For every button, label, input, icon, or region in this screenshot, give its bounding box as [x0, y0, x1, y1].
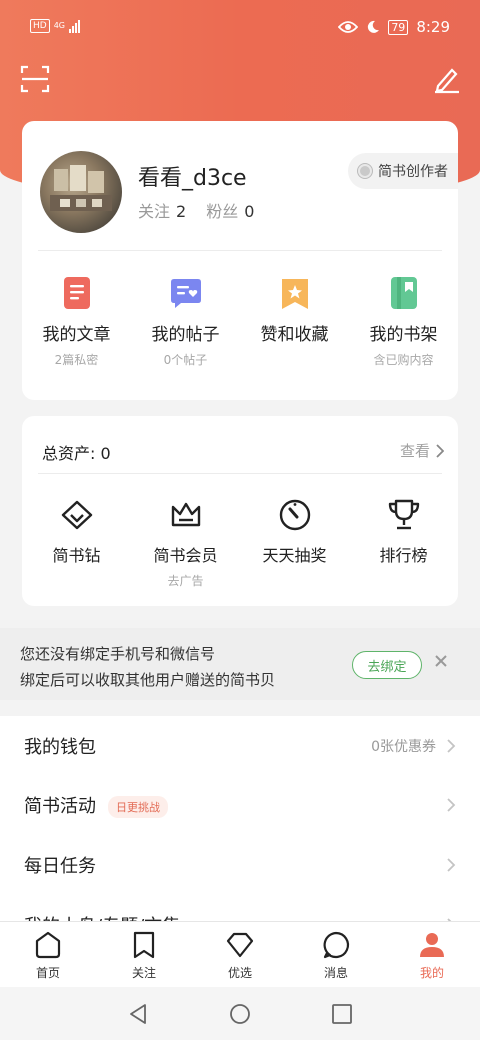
tab-label: 优选: [227, 966, 252, 980]
crown-icon: [171, 502, 200, 527]
fans-label[interactable]: 粉丝: [206, 202, 238, 221]
clock: 8:29: [416, 18, 450, 36]
diamond-icon: [61, 500, 92, 530]
battery-icon: 79: [388, 19, 409, 35]
following-count[interactable]: 2: [176, 202, 186, 221]
asset-item-lottery[interactable]: 天天抽奖: [240, 498, 349, 589]
recents-icon[interactable]: [331, 1003, 353, 1025]
asset-item-sub: 去广告: [167, 574, 204, 588]
tab-mine[interactable]: 我的: [384, 922, 480, 987]
asset-item-label: 简书会员: [153, 546, 218, 565]
user-icon: [420, 933, 444, 957]
edit-icon[interactable]: [432, 64, 462, 94]
asset-item-ranking[interactable]: 排行榜: [349, 498, 458, 589]
menu-item-wallet[interactable]: 我的钱包 0张优惠券: [0, 716, 480, 776]
asset-card: 总资产: 0 查看 简书钻 简书会员 去广告 天天抽奖 排行榜: [22, 416, 458, 606]
tab-featured[interactable]: 优选: [192, 922, 288, 987]
badge-icon: [358, 164, 372, 178]
menu-item-label-wrap: 简书活动 日更挑战: [24, 792, 168, 818]
profile-card: 看看_d3ce 关注 2 粉丝 0 简书创作者 我的文章 2篇私密 我的帖子 0个帖子…: [22, 121, 458, 400]
hd-indicator: HD: [30, 19, 50, 33]
bind-message: 您还没有绑定手机号和微信号: [20, 645, 216, 663]
close-icon[interactable]: [434, 654, 448, 668]
chevron-right-icon: [436, 443, 444, 458]
quick-items: 我的文章 2篇私密 我的帖子 0个帖子 赞和收藏 我的书架 含已购内容: [22, 276, 458, 368]
follow-stats: 关注 2 粉丝 0: [138, 198, 274, 222]
message-bubble-icon: [323, 931, 350, 959]
home-circle-icon[interactable]: [229, 1003, 251, 1025]
asset-item-label: 简书钻: [52, 546, 101, 565]
quick-item-articles[interactable]: 我的文章 2篇私密: [22, 276, 131, 368]
menu-item-label: 简书活动: [24, 796, 96, 817]
status-bar: HD 4G 79 8:29: [0, 0, 480, 56]
divider: [38, 250, 442, 251]
asset-item-diamond[interactable]: 简书钻: [22, 498, 131, 589]
fans-count[interactable]: 0: [244, 202, 254, 221]
view-assets-label: 查看: [399, 442, 430, 460]
quick-item-likes[interactable]: 赞和收藏: [240, 276, 349, 368]
bind-description: 绑定后可以收取其他用户赠送的简书贝: [20, 671, 276, 689]
eye-icon: [338, 21, 359, 33]
tab-label: 首页: [35, 966, 60, 980]
asset-item-label: 排行榜: [379, 546, 428, 565]
menu-item-islands[interactable]: 我的小岛/专题/文集: [0, 895, 480, 921]
tab-follow[interactable]: 关注: [96, 922, 192, 987]
avatar[interactable]: [40, 151, 122, 233]
system-nav-bar: [0, 987, 480, 1040]
menu-item-daily-tasks[interactable]: 每日任务: [0, 835, 480, 895]
menu-item-label: 我的小岛/专题/文集: [24, 912, 180, 921]
bind-button[interactable]: 去绑定: [352, 651, 422, 679]
quick-item-bookshelf[interactable]: 我的书架 含已购内容: [349, 276, 458, 368]
star-bookmark-icon: [281, 279, 308, 309]
trophy-icon: [388, 499, 419, 530]
quick-item-label: 我的帖子: [151, 325, 220, 345]
creator-badge-label: 简书创作者: [378, 164, 448, 180]
chevron-right-icon: [447, 739, 456, 753]
home-icon: [35, 931, 61, 959]
scan-icon[interactable]: [20, 64, 50, 94]
tab-messages[interactable]: 消息: [288, 922, 384, 987]
chevron-right-icon: [447, 858, 456, 872]
tab-home[interactable]: 首页: [0, 922, 96, 987]
menu-item-activities[interactable]: 简书活动 日更挑战: [0, 775, 480, 835]
view-assets-link[interactable]: 查看: [400, 440, 444, 461]
tab-label: 消息: [323, 966, 348, 980]
quick-item-label: 赞和收藏: [260, 325, 329, 345]
tab-label: 我的: [419, 966, 444, 980]
quick-item-label: 我的书架: [369, 325, 438, 345]
chevron-right-icon: [447, 798, 456, 812]
signal-icon: [69, 19, 80, 33]
back-icon[interactable]: [127, 1003, 149, 1025]
bookshelf-icon: [390, 277, 417, 309]
bind-account-banner: 您还没有绑定手机号和微信号 绑定后可以收取其他用户赠送的简书贝 去绑定: [0, 628, 480, 700]
challenge-tag: 日更挑战: [108, 796, 168, 818]
tab-label: 关注: [131, 966, 156, 980]
coupon-count: 0张优惠券: [371, 739, 436, 755]
dial-icon: [279, 499, 310, 531]
bookmark-icon: [133, 931, 155, 959]
creator-badge[interactable]: 简书创作者: [348, 153, 458, 189]
moon-icon: [368, 20, 380, 33]
quick-item-sub: 含已购内容: [373, 353, 434, 367]
quick-item-posts[interactable]: 我的帖子 0个帖子: [131, 276, 240, 368]
asset-items: 简书钻 简书会员 去广告 天天抽奖 排行榜: [22, 498, 458, 589]
quick-item-label: 我的文章: [42, 325, 111, 345]
network-indicator: 4G: [53, 21, 65, 30]
username[interactable]: 看看_d3ce: [138, 160, 247, 192]
bottom-tab-bar: 首页 关注 优选 消息 我的: [0, 921, 480, 987]
menu-item-label: 每日任务: [24, 856, 96, 877]
total-assets: 总资产: 0: [42, 444, 111, 463]
quick-item-sub: 0个帖子: [163, 353, 208, 367]
quick-item-sub: 2篇私密: [54, 353, 99, 367]
divider: [38, 473, 442, 474]
menu-item-label: 我的钱包: [24, 737, 96, 758]
following-label[interactable]: 关注: [138, 202, 170, 221]
settings-menu: 我的钱包 0张优惠券 简书活动日更挑战 每日任务 我的小岛/专题/文集: [0, 716, 480, 921]
post-icon: [170, 279, 201, 308]
asset-item-member[interactable]: 简书会员 去广告: [131, 498, 240, 589]
asset-item-label: 天天抽奖: [262, 546, 327, 565]
article-icon: [63, 277, 90, 309]
diamond-icon: [226, 932, 254, 958]
